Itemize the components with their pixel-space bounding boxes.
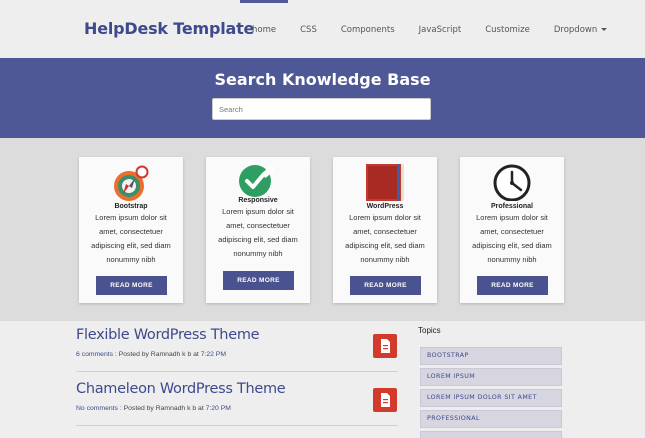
feature-text-line: amet, consectetuer: [353, 227, 417, 236]
nav-components[interactable]: Components: [329, 0, 407, 58]
nav-dropdown-label: Dropdown: [553, 25, 598, 35]
caret-down-icon: [601, 28, 608, 31]
read-more-button-bootstrap[interactable]: READ MORE: [96, 276, 167, 295]
pdf-document-icon[interactable]: [373, 388, 397, 412]
feature-title-professional: Professional: [490, 203, 533, 210]
feature-text-line: nonummy nibh: [233, 249, 283, 258]
read-more-button-wordpress[interactable]: READ MORE: [350, 276, 421, 295]
nav-javascript[interactable]: JavaScript: [407, 0, 474, 58]
topic-link[interactable]: LOREM IPSUM: [420, 368, 562, 386]
clock-icon: [460, 163, 564, 202]
feature-text-line: nonummy nibh: [106, 255, 156, 264]
post-meta: No comments : Posted by Ramnadh k b at 7…: [76, 405, 398, 412]
comments-link[interactable]: No comments: [76, 405, 118, 412]
post-time-link[interactable]: 7:20 PM: [206, 405, 231, 412]
nav-dropdown[interactable]: Dropdown: [542, 0, 619, 58]
topic-link[interactable]: BOOTSTRAP: [420, 347, 562, 365]
read-more-button-professional[interactable]: READ MORE: [477, 276, 548, 295]
pdf-document-icon[interactable]: [373, 334, 397, 358]
feature-title-responsive: Responsive: [238, 197, 278, 204]
topic-link[interactable]: LOREM IPSUM DOLOR SIT AMET: [420, 389, 562, 407]
compass-icon: [79, 163, 183, 201]
check-edit-icon: [206, 163, 310, 201]
search-input[interactable]: [212, 98, 431, 120]
post-title-link[interactable]: Chameleon WordPress Theme: [76, 381, 398, 397]
feature-text-professional: Lorem ipsum dolor sit amet, consectetuer…: [465, 211, 559, 267]
post-divider: [76, 371, 398, 372]
feature-text-responsive: Lorem ipsum dolor sit amet, consectetuer…: [211, 205, 305, 261]
feature-text-line: adipiscing elit, sed diam: [472, 241, 552, 250]
nav-home[interactable]: home: [240, 0, 289, 58]
post-time-link[interactable]: 7:22 PM: [201, 351, 226, 358]
top-navbar: HelpDesk Template home CSS Components Ja…: [0, 0, 645, 58]
feature-card-wordpress: WordPress Lorem ipsum dolor sit amet, co…: [333, 157, 437, 303]
feature-card-bootstrap: Bootstrap Lorem ipsum dolor sit amet, co…: [79, 157, 183, 303]
feature-text-line: amet, consectetuer: [480, 227, 544, 236]
post-byline: : Posted by Ramnadh k b at: [113, 351, 201, 358]
topics-heading: Topics: [418, 326, 441, 335]
feature-text-line: Lorem ipsum dolor sit: [222, 207, 294, 216]
banner-title: Search Knowledge Base: [214, 70, 431, 89]
feature-text-line: Lorem ipsum dolor sit: [95, 213, 167, 222]
comments-link[interactable]: 6 comments: [76, 351, 113, 358]
feature-text-wordpress: Lorem ipsum dolor sit amet, consectetuer…: [338, 211, 432, 267]
feature-title-wordpress: WordPress: [366, 203, 404, 210]
main-nav: home CSS Components JavaScript Customize…: [240, 0, 619, 58]
read-more-button-responsive[interactable]: READ MORE: [223, 271, 294, 290]
feature-text-line: Lorem ipsum dolor sit: [349, 213, 421, 222]
nav-css[interactable]: CSS: [288, 0, 329, 58]
feature-text-line: adipiscing elit, sed diam: [91, 241, 171, 250]
nav-customize[interactable]: Customize: [473, 0, 542, 58]
brand-logo[interactable]: HelpDesk Template: [84, 19, 254, 38]
feature-text-line: amet, consectetuer: [99, 227, 163, 236]
feature-text-line: Lorem ipsum dolor sit: [476, 213, 548, 222]
search-banner: Search Knowledge Base: [0, 58, 645, 138]
post-title-link[interactable]: Flexible WordPress Theme: [76, 327, 398, 343]
feature-text-line: nonummy nibh: [487, 255, 537, 264]
post-meta: 6 comments : Posted by Ramnadh k b at 7:…: [76, 351, 398, 358]
feature-title-bootstrap: Bootstrap: [114, 203, 148, 210]
features-section: Bootstrap Lorem ipsum dolor sit amet, co…: [0, 138, 645, 321]
post-item: Chameleon WordPress Theme No comments : …: [76, 381, 398, 412]
feature-text-line: adipiscing elit, sed diam: [345, 241, 425, 250]
topic-link[interactable]: [420, 431, 562, 438]
feature-card-responsive: Responsive Lorem ipsum dolor sit amet, c…: [206, 157, 310, 303]
feature-text-bootstrap: Lorem ipsum dolor sit amet, consectetuer…: [84, 211, 178, 267]
post-item: Flexible WordPress Theme 6 comments : Po…: [76, 327, 398, 358]
feature-text-line: nonummy nibh: [360, 255, 410, 264]
book-icon: [333, 163, 437, 201]
feature-text-line: adipiscing elit, sed diam: [218, 235, 298, 244]
post-divider: [76, 425, 398, 426]
topic-link[interactable]: PROFESSIONAL: [420, 410, 562, 428]
post-byline: : Posted by Ramnadh k b at: [117, 405, 206, 412]
feature-text-line: amet, consectetuer: [226, 221, 290, 230]
feature-card-professional: Professional Lorem ipsum dolor sit amet,…: [460, 157, 564, 303]
